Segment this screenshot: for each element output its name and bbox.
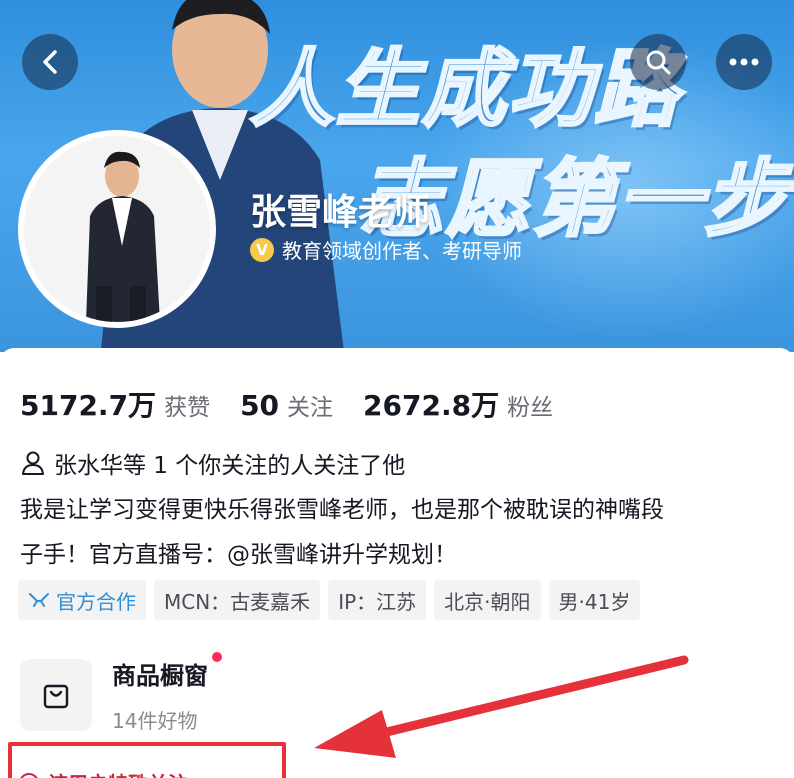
banner-slogan-line1: 人生成功路 [248, 39, 681, 140]
shop-icon-box [20, 659, 92, 731]
tag-label: 男·41岁 [558, 589, 631, 614]
tag-label: IP：江苏 [338, 589, 417, 614]
tag-label: MCN：古麦嘉禾 [164, 589, 311, 614]
followers-count[interactable]: 2672.8万 [363, 384, 499, 424]
shop-title: 商品橱窗 [112, 652, 222, 691]
tag-mcn[interactable]: MCN：古麦嘉禾 [154, 580, 321, 620]
profile-tags: 官方合作 MCN：古麦嘉禾 IP：江苏 北京·朝阳 男·41岁 [18, 580, 641, 620]
shop-window-entry[interactable]: 商品橱窗 14件好物 [20, 652, 222, 734]
verification-text: 教育领域创作者、考研导师 [282, 239, 522, 263]
more-icon [729, 58, 759, 66]
search-icon [646, 50, 671, 75]
verified-icon: V [250, 237, 274, 262]
annotation-arrow [314, 655, 689, 758]
mutual-follow-row[interactable]: 张水华等 1 个你关注的人关注了他 [20, 446, 405, 480]
profile-bio: 我是让学习变得更快乐得张雪峰老师，也是那个被耽误的神嘴段 子手！官方直播号：@张… [20, 488, 780, 578]
profile-name: 张雪峰老师 [250, 192, 431, 233]
following-label[interactable]: 关注 [287, 388, 333, 422]
shop-text: 商品橱窗 14件好物 [112, 652, 222, 734]
notification-dot [212, 652, 222, 662]
tag-gender-age: 男·41岁 [548, 580, 641, 620]
tag-official-cooperation[interactable]: 官方合作 [18, 580, 146, 620]
likes-count[interactable]: 5172.7万 [20, 384, 156, 424]
avatar[interactable] [18, 130, 216, 328]
more-button[interactable] [716, 34, 772, 90]
tag-label: 北京·朝阳 [444, 589, 531, 614]
likes-label[interactable]: 获赞 [164, 388, 210, 422]
search-button[interactable] [630, 34, 686, 90]
bio-line-2: 子手！官方直播号：@张雪峰讲升学规划！ [20, 542, 457, 568]
official-cooperation-icon [29, 593, 49, 607]
special-follow-text: 该用户特殊关注 [48, 768, 188, 778]
shop-subtitle: 14件好物 [112, 709, 198, 733]
tag-ip: IP：江苏 [328, 580, 427, 620]
followers-label[interactable]: 粉丝 [507, 388, 553, 422]
shop-title-text: 商品橱窗 [112, 662, 208, 690]
tag-label: 官方合作 [56, 589, 136, 614]
special-follow-row[interactable]: 该用户特殊关注 [18, 768, 188, 778]
shopping-bag-icon [43, 684, 69, 709]
person-icon [22, 451, 44, 475]
bio-line-1: 我是让学习变得更快乐得张雪峰老师，也是那个被耽误的神嘴段 [20, 497, 664, 523]
profile-stats: 5172.7万 获赞 50 关注 2672.8万 粉丝 [20, 384, 583, 424]
mutual-follow-text: 张水华等 1 个你关注的人关注了他 [54, 453, 406, 479]
tag-location: 北京·朝阳 [434, 580, 541, 620]
back-button[interactable] [22, 34, 78, 90]
following-count[interactable]: 50 [240, 389, 279, 422]
avatar-photo [24, 136, 210, 322]
verification-row: V 教育领域创作者、考研导师 [250, 235, 522, 264]
profile-banner: 人生成功路 志愿第一步 张雪峰老师 V 教育领域创作者、考研导师 [0, 0, 794, 352]
back-icon [43, 50, 57, 74]
special-follow-icon [20, 772, 38, 778]
